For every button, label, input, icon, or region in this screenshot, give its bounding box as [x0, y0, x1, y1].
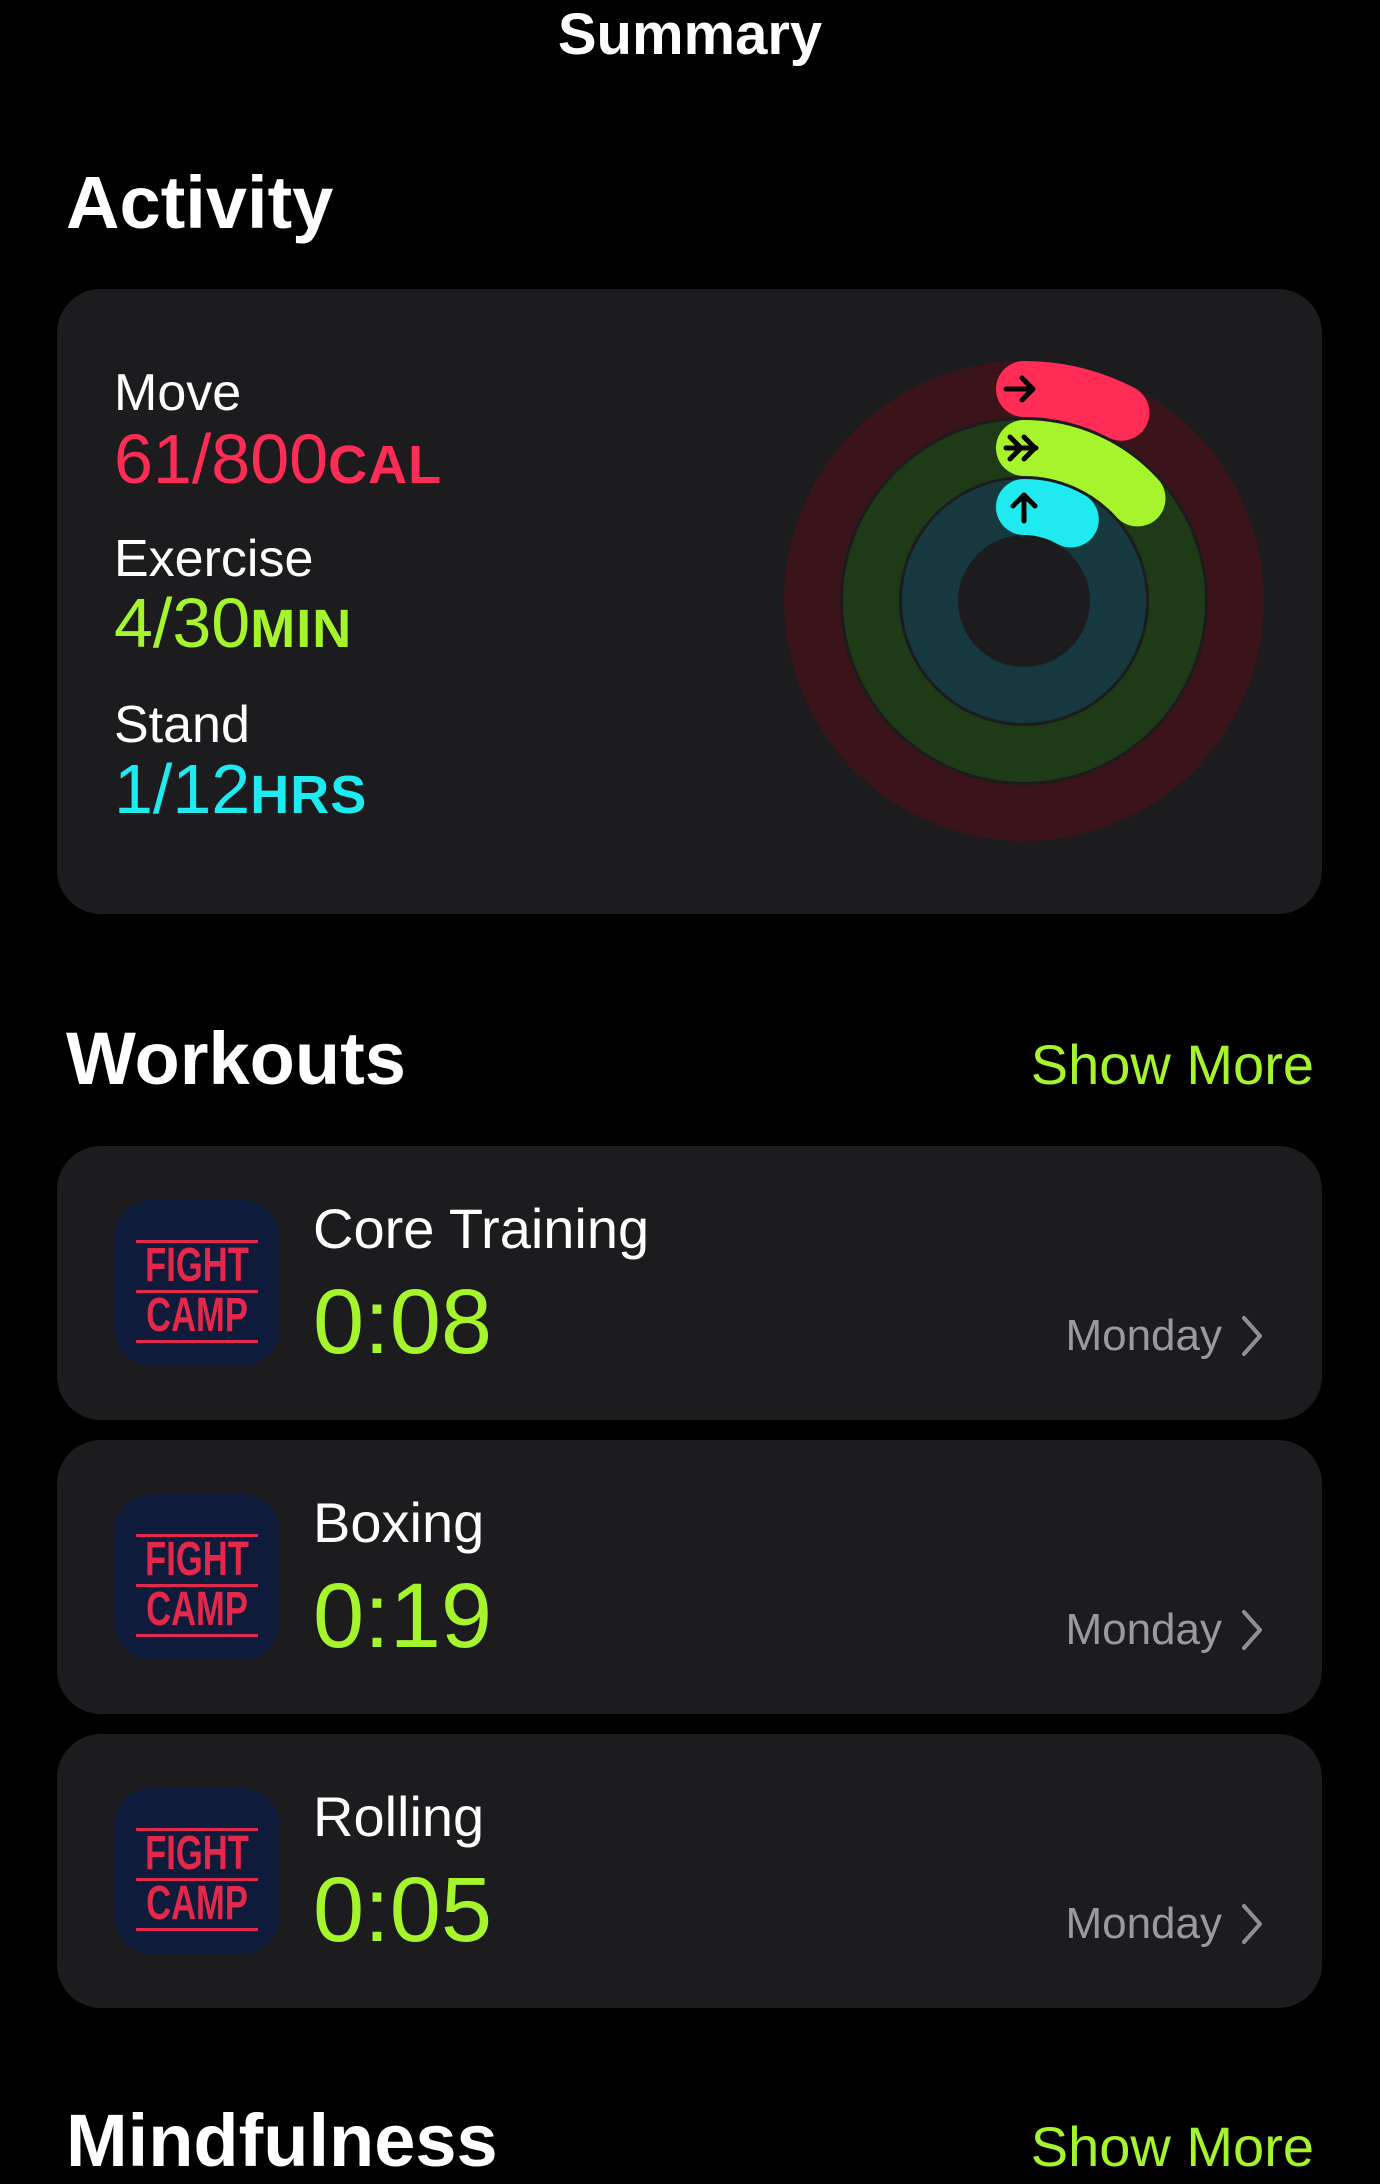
stand-value: 1/12HRS: [114, 749, 367, 835]
app-icon-text-line-2: CAMP: [146, 1877, 248, 1930]
stand-value-unit: HRS: [250, 765, 368, 825]
app-icon-text-line-1: FIGHT: [145, 1827, 249, 1880]
workout-name: Core Training: [313, 1197, 650, 1260]
workout-day: Monday: [1065, 1605, 1222, 1654]
fight-camp-app-icon: FIGHT CAMP: [114, 1494, 280, 1660]
workout-name: Rolling: [313, 1785, 485, 1848]
move-value-number: 61/800: [114, 420, 329, 498]
chevron-right-icon: [1242, 1904, 1262, 1944]
exercise-value: 4/30MIN: [114, 583, 352, 669]
move-value: 61/800CAL: [114, 419, 442, 505]
move-value-unit: CAL: [328, 435, 443, 495]
workout-day: Monday: [1065, 1311, 1222, 1360]
activity-card[interactable]: Move 61/800CAL Exercise 4/30MIN Stand 1/…: [57, 289, 1322, 914]
app-icon-text-line-1: FIGHT: [145, 1239, 249, 1292]
workout-duration: 0:08: [313, 1271, 493, 1373]
fight-camp-app-icon: FIGHT CAMP: [114, 1788, 280, 1954]
app-icon-text-line-1: FIGHT: [145, 1533, 249, 1586]
activity-rings[interactable]: [774, 351, 1274, 851]
icon-divider: [136, 1340, 258, 1343]
chevron-right-icon: [1242, 1316, 1262, 1356]
app-icon-text-line-2: CAMP: [146, 1289, 248, 1342]
workouts-show-more-link[interactable]: Show More: [1031, 1032, 1314, 1098]
app-icon-text-line-2: CAMP: [146, 1583, 248, 1636]
workout-card-boxing[interactable]: FIGHT CAMP Boxing 0:19 Monday: [57, 1440, 1322, 1714]
workout-duration: 0:19: [313, 1565, 493, 1667]
workout-day: Monday: [1065, 1899, 1222, 1948]
exercise-value-number: 4/30: [114, 584, 251, 662]
mindfulness-show-more-link[interactable]: Show More: [1031, 2114, 1314, 2180]
move-label: Move: [114, 364, 242, 422]
fight-camp-app-icon: FIGHT CAMP: [114, 1200, 280, 1366]
exercise-label: Exercise: [114, 530, 314, 588]
stand-value-number: 1/12: [114, 750, 251, 828]
activity-section-title: Activity: [66, 161, 334, 244]
workout-card-core-training[interactable]: FIGHT CAMP Core Training 0:08 Monday: [57, 1146, 1322, 1420]
workouts-section-title: Workouts: [66, 1017, 406, 1100]
icon-divider: [136, 1634, 258, 1637]
workout-name: Boxing: [313, 1491, 485, 1554]
workout-duration: 0:05: [313, 1859, 493, 1961]
mindfulness-section-title: Mindfulness: [66, 2099, 498, 2182]
icon-divider: [136, 1928, 258, 1931]
chevron-right-icon: [1242, 1610, 1262, 1650]
workout-card-rolling[interactable]: FIGHT CAMP Rolling 0:05 Monday: [57, 1734, 1322, 2008]
stand-label: Stand: [114, 696, 250, 754]
exercise-value-unit: MIN: [250, 599, 353, 659]
nav-title: Summary: [557, 2, 823, 67]
